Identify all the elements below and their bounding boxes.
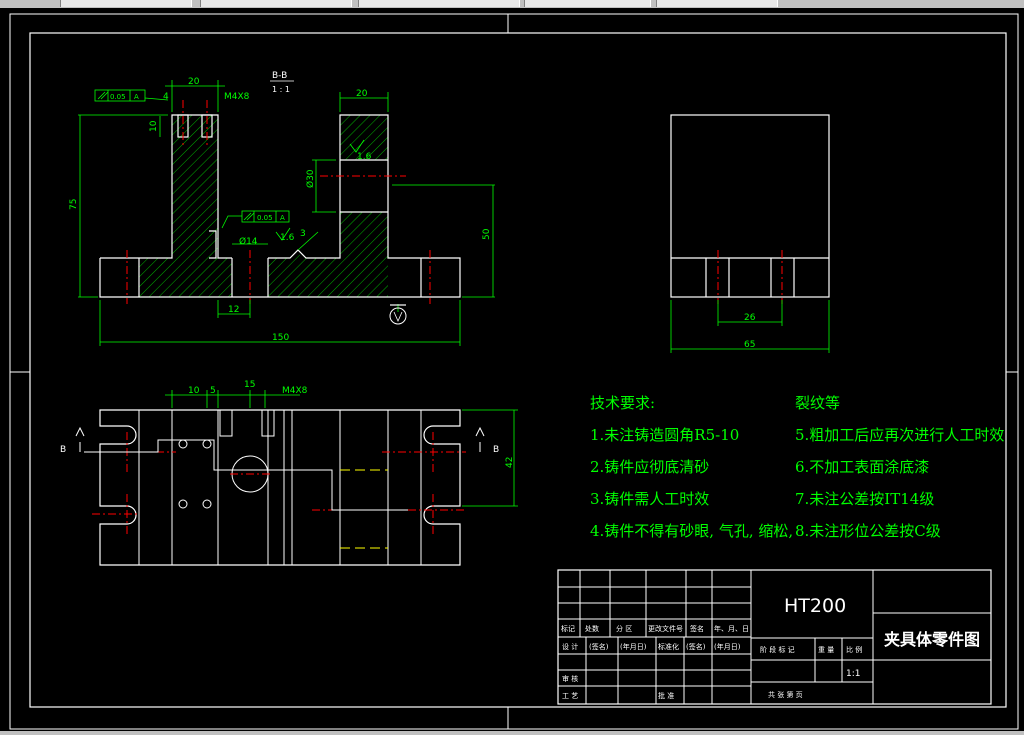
section-label: B-B 1 : 1 bbox=[270, 71, 294, 94]
datum-a-symbol bbox=[389, 304, 407, 325]
svg-text:50: 50 bbox=[482, 228, 492, 240]
svg-text:42: 42 bbox=[505, 457, 515, 468]
material-label: HT200 bbox=[784, 595, 846, 617]
svg-text:处数: 处数 bbox=[585, 624, 599, 633]
technical-requirements: 技术要求: 裂纹等 1.未注铸造圆角R5-10 2.铸件应彻底清砂 3.铸件需人… bbox=[590, 394, 1004, 540]
cad-drawing-canvas[interactable]: 20 M4X8 4 10 75 20 Ø30 50 1.6 1.6 Ø14 3 … bbox=[0, 8, 1024, 731]
title-block: HT200 夹具体零件图 标记 处数 分 区 更改文件号 签名 年、月、日 设 … bbox=[557, 569, 992, 705]
svg-text:比 例: 比 例 bbox=[846, 645, 862, 654]
svg-text:3: 3 bbox=[300, 229, 306, 239]
svg-text:标准化: 标准化 bbox=[658, 642, 679, 651]
part-name: 夹具体零件图 bbox=[884, 630, 980, 649]
svg-text:Ø30: Ø30 bbox=[305, 169, 316, 188]
svg-text:审 核: 审 核 bbox=[562, 674, 578, 683]
sheet-border bbox=[9, 13, 1019, 730]
tech-item: 6.不加工表面涂底漆 bbox=[795, 458, 929, 476]
svg-text:A: A bbox=[134, 93, 139, 101]
tech-heading-continued: 裂纹等 bbox=[795, 394, 840, 412]
svg-text:标记: 标记 bbox=[561, 624, 575, 633]
svg-text:阶 段 标 记: 阶 段 标 记 bbox=[760, 645, 795, 654]
svg-text:(年月日): (年月日) bbox=[620, 642, 647, 651]
toolbar-tab[interactable] bbox=[60, 0, 192, 7]
svg-text:15: 15 bbox=[244, 380, 255, 390]
svg-text:(年月日): (年月日) bbox=[714, 642, 741, 651]
svg-text:1:1: 1:1 bbox=[846, 669, 860, 679]
svg-text:重 量: 重 量 bbox=[818, 646, 834, 654]
tech-item: 2.铸件应彻底清砂 bbox=[590, 458, 709, 476]
plan-view: B B 10 5 15 M4X8 42 bbox=[60, 380, 518, 566]
svg-text:75: 75 bbox=[69, 199, 79, 210]
svg-text:设 计: 设 计 bbox=[562, 642, 578, 651]
svg-text:1.6: 1.6 bbox=[357, 152, 372, 162]
svg-text:分 区: 分 区 bbox=[616, 624, 632, 633]
toolbar-tab[interactable] bbox=[200, 0, 352, 7]
section-cut-line bbox=[75, 426, 485, 511]
toolbar-tab[interactable] bbox=[656, 0, 778, 7]
svg-text:0.05: 0.05 bbox=[257, 214, 273, 222]
svg-text:工 艺: 工 艺 bbox=[562, 692, 578, 700]
svg-text:10: 10 bbox=[188, 386, 200, 396]
svg-text:年、月、日: 年、月、日 bbox=[714, 624, 749, 633]
svg-text:1 : 1: 1 : 1 bbox=[272, 85, 290, 94]
svg-text:(签名): (签名) bbox=[589, 642, 609, 651]
svg-text:签名: 签名 bbox=[690, 624, 704, 633]
tech-item: 5.粗加工后应再次进行人工时效 bbox=[795, 426, 1004, 444]
tech-item: 7.未注公差按IT14级 bbox=[795, 490, 934, 508]
svg-text:12: 12 bbox=[228, 305, 239, 315]
status-bar bbox=[0, 731, 1024, 735]
toolbar-tab[interactable] bbox=[358, 0, 520, 7]
svg-text:10: 10 bbox=[149, 120, 159, 132]
svg-text:M4X8: M4X8 bbox=[224, 92, 250, 102]
toolbar-tab[interactable] bbox=[524, 0, 651, 7]
svg-text:B-B: B-B bbox=[272, 71, 287, 81]
svg-text:5: 5 bbox=[210, 386, 216, 396]
svg-text:150: 150 bbox=[272, 333, 289, 343]
svg-text:B: B bbox=[60, 445, 66, 455]
svg-text:4: 4 bbox=[163, 92, 169, 102]
svg-text:20: 20 bbox=[356, 89, 368, 99]
tolerance-frame: 0.05 A bbox=[221, 210, 290, 229]
svg-text:20: 20 bbox=[188, 77, 200, 87]
svg-text:A: A bbox=[280, 214, 285, 222]
svg-text:1.6: 1.6 bbox=[280, 233, 295, 243]
svg-text:更改文件号: 更改文件号 bbox=[648, 624, 683, 633]
tolerance-frame: 0.05 A bbox=[94, 89, 146, 102]
front-section-view: 20 M4X8 4 10 75 20 Ø30 50 1.6 1.6 Ø14 3 … bbox=[69, 71, 495, 346]
tech-item: 4.铸件不得有砂眼, 气孔, 缩松, bbox=[590, 522, 793, 540]
svg-text:B: B bbox=[493, 445, 499, 455]
svg-text:批 准: 批 准 bbox=[658, 691, 674, 700]
application-toolbar bbox=[0, 0, 1024, 8]
dimension-text: 20 M4X8 4 10 75 20 Ø30 50 1.6 1.6 Ø14 3 … bbox=[69, 77, 492, 343]
svg-text:M4X8: M4X8 bbox=[282, 386, 308, 396]
side-view: 26 65 bbox=[670, 114, 830, 353]
svg-text:26: 26 bbox=[744, 313, 756, 323]
tech-item: 8.未注形位公差按C级 bbox=[795, 522, 941, 540]
tech-item: 1.未注铸造圆角R5-10 bbox=[590, 426, 739, 444]
svg-text:0.05: 0.05 bbox=[110, 93, 126, 101]
svg-text:共 张 第 页: 共 张 第 页 bbox=[768, 690, 803, 699]
tech-item: 3.铸件需人工时效 bbox=[590, 490, 709, 508]
tech-heading: 技术要求: bbox=[590, 394, 655, 412]
svg-text:Ø14: Ø14 bbox=[239, 236, 258, 247]
svg-text:65: 65 bbox=[744, 340, 755, 350]
svg-text:(签名): (签名) bbox=[686, 642, 706, 651]
